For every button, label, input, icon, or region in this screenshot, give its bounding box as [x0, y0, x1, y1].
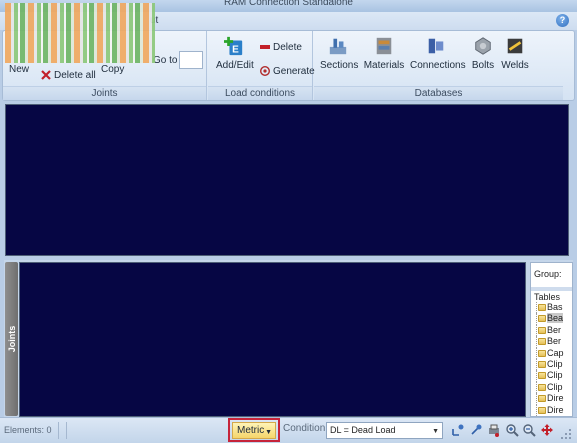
status-separator: [66, 422, 67, 439]
materials-button[interactable]: Materials: [363, 35, 405, 71]
tree-item-label: Bea: [547, 313, 564, 324]
generate-icon: [260, 66, 270, 77]
connections-icon: [428, 38, 444, 54]
group-label: Group:: [534, 269, 562, 279]
delete-all-button[interactable]: Delete all: [41, 70, 96, 81]
add-edit-label: Add/Edit: [216, 60, 254, 71]
tree-item-label: Dire: [547, 393, 564, 404]
zoom-in-icon[interactable]: [505, 423, 519, 437]
tree-item-label: Ber: [547, 324, 562, 335]
new-button-label: New: [9, 64, 30, 75]
sections-label: Sections: [320, 60, 359, 71]
condition-label: Condition:: [283, 423, 329, 434]
tree-item[interactable]: Bea: [536, 313, 564, 325]
new-button[interactable]: New: [9, 64, 29, 75]
joints-view[interactable]: [19, 262, 526, 417]
status-bar: Elements: 0 Metric ▼ Condition: DL = Dea…: [0, 417, 577, 443]
folder-icon: [538, 395, 546, 403]
delete-load-button[interactable]: Delete: [260, 42, 302, 53]
tree-item-label: Bas: [547, 302, 563, 312]
condition-value: DL = Dead Load: [330, 425, 396, 435]
tree-item[interactable]: Clip: [536, 358, 564, 371]
view-rotate-icon[interactable]: [469, 423, 483, 437]
tables-tree: BasBeaBerBerCapClipClipClipDireDireDire: [536, 302, 564, 416]
joints-tab-label: Joints: [6, 325, 17, 353]
units-dropdown[interactable]: Metric ▼: [232, 422, 276, 439]
joints-tab[interactable]: Joints: [5, 262, 18, 416]
view-axes-icon[interactable]: [451, 423, 465, 437]
delete-minus-icon: [260, 45, 270, 50]
tree-item-label: Clip: [547, 381, 563, 392]
sections-icon: [329, 38, 347, 55]
tree-item-label: Clip: [547, 370, 563, 381]
generate-button[interactable]: Generate: [260, 66, 315, 77]
delete-load-label: Delete: [273, 42, 302, 53]
folder-icon: [538, 338, 546, 346]
side-panel: Group: Tables Bas Bea Ber Ber Cap Clip Clip Cli…: [530, 262, 573, 417]
tree-item-label: Dire: [547, 404, 564, 415]
chevron-down-icon: ▼: [432, 428, 439, 435]
folder-icon: [538, 372, 546, 380]
tree-item[interactable]: Clip: [536, 370, 564, 382]
folder-icon: [538, 360, 546, 368]
folder-icon: [538, 383, 546, 391]
materials-label: Materials: [363, 60, 405, 71]
connections-label: Connections: [410, 60, 466, 71]
databases-group: Sections Materials Connections Bolts Wel…: [314, 31, 563, 100]
goto-input[interactable]: [179, 51, 203, 69]
model-3d-view[interactable]: [5, 104, 569, 256]
application-logo: [5, 3, 155, 63]
tree-item[interactable]: Bas: [536, 302, 564, 314]
databases-caption: Databases: [314, 86, 563, 100]
tree-item[interactable]: Dire: [536, 404, 564, 416]
tree-item[interactable]: Ber: [536, 324, 564, 337]
tree-item[interactable]: Ber: [536, 336, 564, 348]
folder-icon: [538, 326, 546, 334]
tree-item[interactable]: Clip: [536, 381, 564, 394]
delete-all-label: Delete all: [54, 70, 96, 81]
tree-item[interactable]: Dire: [536, 393, 564, 405]
side-panel-divider[interactable]: [531, 287, 572, 291]
folder-icon: [538, 406, 546, 414]
load-conditions-caption: Load conditions: [208, 86, 312, 100]
bolts-icon: [475, 37, 491, 55]
generate-label: Generate: [273, 66, 315, 77]
copy-button-label: Copy: [101, 64, 125, 75]
units-value: Metric: [237, 425, 265, 436]
connections-button[interactable]: Connections: [410, 35, 466, 71]
elements-count: Elements: 0: [4, 425, 52, 435]
help-icon[interactable]: ?: [556, 14, 569, 27]
joints-area: Joints Group: Tables Bas Bea Ber Ber Cap Clip…: [4, 260, 573, 417]
tree-item-label: Ber: [547, 336, 562, 347]
chevron-down-icon: ▼: [265, 429, 272, 436]
tree-item-label: Clip: [547, 358, 563, 369]
sections-button[interactable]: Sections: [320, 35, 359, 71]
materials-icon: [376, 37, 392, 55]
joints-group-caption: Joints: [3, 86, 206, 100]
print-icon[interactable]: [487, 423, 501, 437]
tree-item-label: Cap: [547, 347, 564, 358]
folder-icon: [538, 349, 546, 357]
status-separator: [58, 422, 59, 439]
folder-icon: [538, 315, 546, 323]
goto-label: Go to: [153, 55, 178, 66]
welds-label: Welds: [501, 60, 529, 71]
bolts-label: Bolts: [471, 60, 495, 71]
welds-icon: [507, 38, 523, 54]
resize-grip-icon[interactable]: [560, 428, 572, 440]
add-edit-button[interactable]: E Add/Edit: [216, 35, 254, 71]
zoom-out-icon[interactable]: [522, 423, 536, 437]
bolts-button[interactable]: Bolts: [468, 35, 498, 71]
add-edit-load-icon: E: [224, 36, 243, 55]
load-conditions-group: E Add/Edit Delete Generate Load conditio…: [208, 31, 315, 100]
tree-item[interactable]: Cap: [536, 347, 564, 359]
tables-label: Tables: [534, 292, 561, 302]
delete-x-icon: [41, 70, 51, 81]
pan-icon[interactable]: [540, 423, 554, 437]
welds-button[interactable]: Welds: [500, 35, 530, 71]
svg-text:E: E: [232, 44, 239, 55]
condition-dropdown[interactable]: DL = Dead Load ▼: [326, 422, 443, 439]
copy-button[interactable]: Copy: [101, 64, 124, 75]
folder-icon: [538, 304, 546, 311]
